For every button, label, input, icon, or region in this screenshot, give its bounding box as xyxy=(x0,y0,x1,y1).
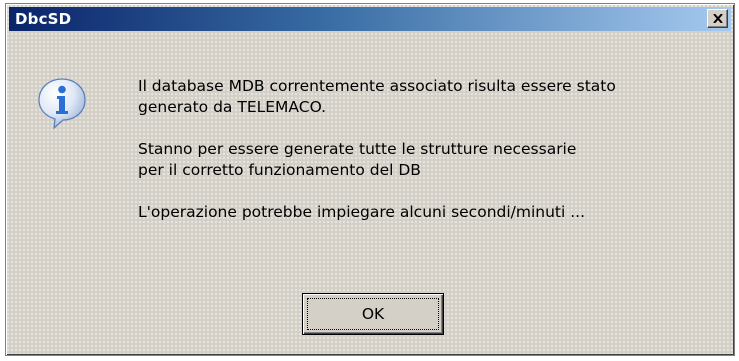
close-button[interactable] xyxy=(707,9,728,28)
window-title: DbcSD xyxy=(15,10,72,28)
message-line: Stanno per essere generate tutte le stru… xyxy=(138,140,577,158)
message-line: Il database MDB correntemente associato … xyxy=(138,77,616,95)
message-line: generato da TELEMACO. xyxy=(138,98,327,116)
info-icon xyxy=(38,78,86,129)
dialog-message: Il database MDB correntemente associato … xyxy=(138,76,723,223)
ok-button-label: OK xyxy=(361,305,385,323)
ok-button[interactable]: OK xyxy=(302,293,444,335)
dialog-window: DbcSD Il database MDB correntemente asso… xyxy=(5,3,735,356)
message-line: L'operazione potrebbe impiegare alcuni s… xyxy=(138,203,586,221)
title-bar[interactable]: DbcSD xyxy=(9,7,731,31)
close-icon xyxy=(712,14,723,23)
message-line: per il corretto funzionamento del DB xyxy=(138,161,421,179)
